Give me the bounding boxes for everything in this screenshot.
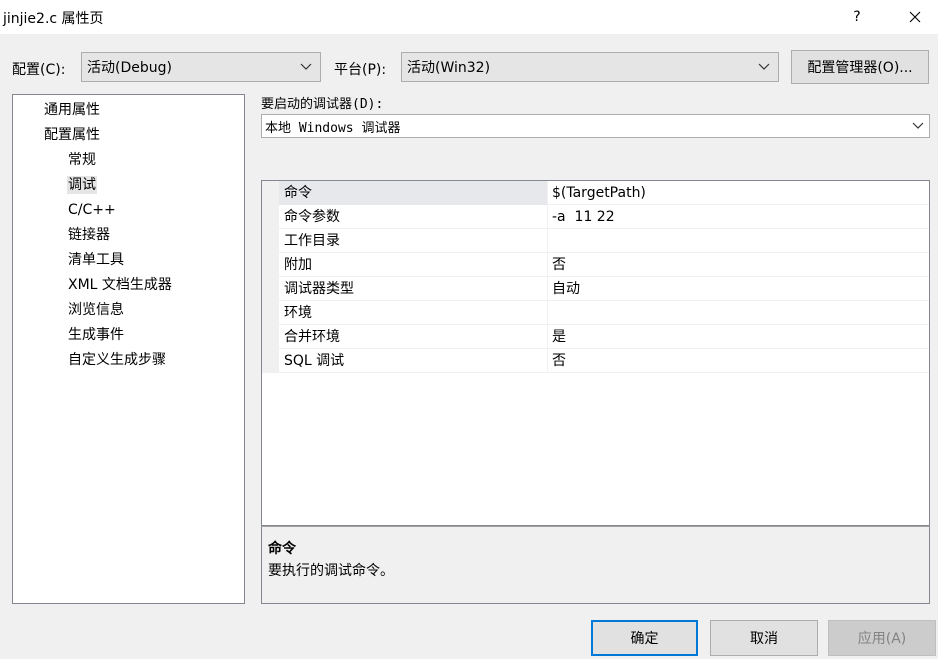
property-row-environment[interactable]: 环境	[262, 301, 929, 325]
property-tree: 通用属性 配置属性 常规 调试 C/C++ 链接器 清单工具 XML 文档生成器…	[12, 94, 245, 604]
tree-item-configuration-properties[interactable]: 配置属性	[44, 126, 100, 144]
property-value[interactable]	[552, 229, 927, 253]
property-row-attach[interactable]: 附加 否	[262, 253, 929, 277]
tree-item-build-events[interactable]: 生成事件	[68, 326, 124, 344]
property-name: 工作目录	[279, 229, 548, 253]
tree-item-manifest-tool[interactable]: 清单工具	[68, 251, 124, 269]
property-name: 附加	[279, 253, 548, 277]
config-label: 配置(C):	[12, 62, 66, 78]
property-value[interactable]: $(TargetPath)	[552, 181, 927, 205]
platform-select-value: 活动(Win32)	[407, 60, 491, 76]
property-grid: 命令 $(TargetPath) 命令参数 -a 11 22 工作目录 附加 否…	[261, 180, 930, 526]
tree-item-general[interactable]: 常规	[68, 151, 96, 169]
title-bar: jinjie2.c 属性页 ?	[0, 0, 938, 34]
tree-item-debugging[interactable]: 调试	[67, 176, 97, 194]
property-name: 命令参数	[279, 205, 548, 229]
property-row-sql-debugging[interactable]: SQL 调试 否	[262, 349, 929, 373]
description-text: 要执行的调试命令。	[268, 563, 394, 579]
property-name: 合并环境	[279, 325, 548, 349]
property-row-working-directory[interactable]: 工作目录	[262, 229, 929, 253]
config-select-value: 活动(Debug)	[87, 60, 172, 76]
config-select[interactable]: 活动(Debug)	[81, 52, 321, 82]
close-button[interactable]	[892, 0, 938, 34]
close-icon	[909, 11, 921, 23]
property-name: 环境	[279, 301, 548, 325]
help-button[interactable]: ?	[836, 0, 878, 34]
debugger-select-value: 本地 Windows 调试器	[265, 120, 401, 136]
tree-item-c-cpp[interactable]: C/C++	[68, 201, 116, 219]
property-value[interactable]: -a 11 22	[552, 205, 927, 229]
description-pane: 命令 要执行的调试命令。	[261, 526, 930, 604]
chevron-down-icon	[300, 63, 312, 70]
property-row-command[interactable]: 命令 $(TargetPath)	[262, 181, 929, 205]
property-row-merge-environment[interactable]: 合并环境 是	[262, 325, 929, 349]
apply-button[interactable]: 应用(A)	[828, 620, 936, 656]
property-row-debugger-type[interactable]: 调试器类型 自动	[262, 277, 929, 301]
property-value[interactable]	[552, 301, 927, 325]
platform-select[interactable]: 活动(Win32)	[401, 52, 779, 82]
tree-item-custom-build-step[interactable]: 自定义生成步骤	[68, 351, 166, 369]
property-name: SQL 调试	[279, 349, 548, 373]
property-value[interactable]: 否	[552, 253, 927, 277]
chevron-down-icon	[758, 63, 770, 70]
debugger-select[interactable]: 本地 Windows 调试器	[261, 114, 930, 138]
property-name: 命令	[279, 181, 548, 205]
description-title: 命令	[268, 541, 296, 557]
property-value[interactable]: 自动	[552, 277, 927, 301]
platform-label: 平台(P):	[334, 62, 387, 78]
cancel-button[interactable]: 取消	[710, 620, 818, 656]
ok-button[interactable]: 确定	[591, 620, 698, 656]
property-row-command-arguments[interactable]: 命令参数 -a 11 22	[262, 205, 929, 229]
property-value[interactable]: 是	[552, 325, 927, 349]
tree-item-xml-doc-generator[interactable]: XML 文档生成器	[68, 276, 172, 294]
debugger-label: 要启动的调试器(D):	[261, 97, 384, 112]
property-value[interactable]: 否	[552, 349, 927, 373]
property-name: 调试器类型	[279, 277, 548, 301]
chevron-down-icon	[912, 122, 924, 129]
tree-item-linker[interactable]: 链接器	[68, 226, 110, 244]
window-title: jinjie2.c 属性页	[3, 11, 104, 27]
tree-item-browse-information[interactable]: 浏览信息	[68, 301, 124, 319]
tree-item-common-properties[interactable]: 通用属性	[44, 101, 100, 119]
config-manager-button[interactable]: 配置管理器(O)...	[791, 50, 929, 84]
